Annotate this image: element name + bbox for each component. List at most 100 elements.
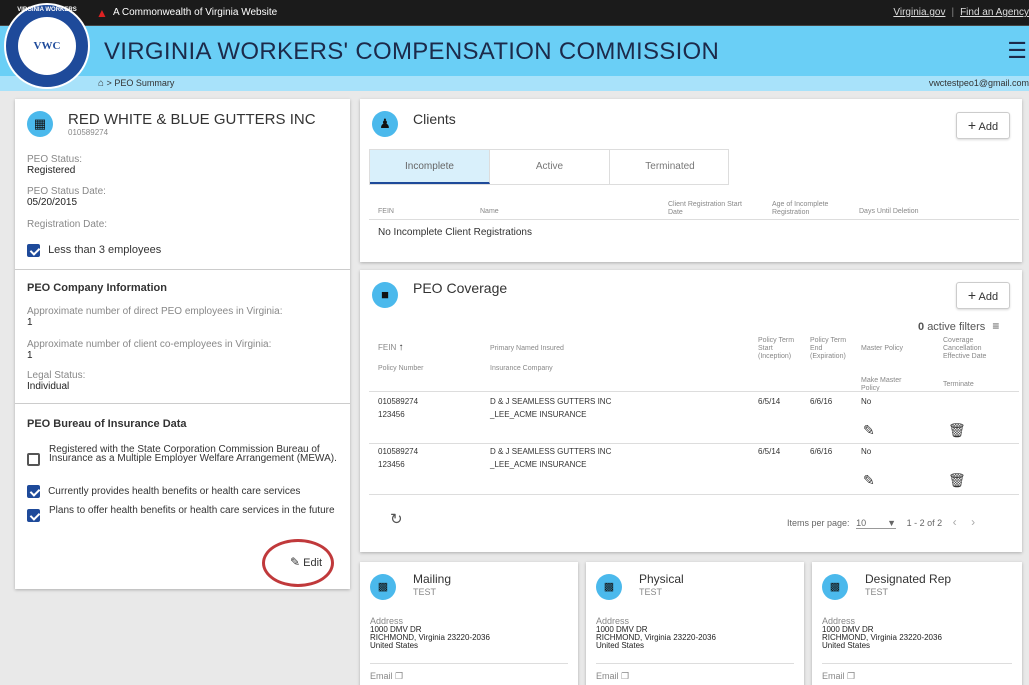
- active-filters[interactable]: 0 active filters ≡: [918, 319, 999, 333]
- copy-icon: ❐: [847, 671, 856, 681]
- row-policy: 123456: [378, 460, 405, 469]
- user-email[interactable]: vwctestpeo1@gmail.com: [929, 78, 1029, 88]
- direct-employees-value: 1: [27, 317, 33, 328]
- col-term-start[interactable]: Policy Term Start (Inception): [758, 337, 798, 361]
- address-sub: TEST: [639, 587, 663, 597]
- divider: [369, 391, 1019, 392]
- email-label: Email ❐: [596, 671, 630, 681]
- divider: [15, 403, 350, 404]
- next-page-icon[interactable]: ›: [971, 515, 975, 529]
- designated-rep-card: ▩ Designated Rep TEST Address 1000 DMV D…: [812, 562, 1022, 685]
- col-term-end[interactable]: Policy Term End (Expiration): [810, 337, 850, 361]
- col-days-deletion[interactable]: Days Until Deletion: [859, 208, 919, 216]
- peo-status-label: PEO Status:: [27, 154, 83, 165]
- find-agency-link[interactable]: Find an Agency: [960, 7, 1029, 18]
- breadcrumb-bar: ⌂ > PEO Summary vwctestpeo1@gmail.com: [0, 76, 1029, 91]
- add-coverage-button[interactable]: + Add: [956, 282, 1010, 309]
- row-company: _LEE_ACME INSURANCE: [490, 460, 587, 469]
- row-end: 6/6/16: [810, 447, 833, 456]
- clients-title: Clients: [413, 111, 456, 127]
- registration-date-label: Registration Date:: [27, 219, 108, 230]
- col-fein[interactable]: FEIN: [378, 208, 394, 216]
- less-than-3-row: Less than 3 employees: [27, 244, 161, 257]
- col-master-policy[interactable]: Master Policy: [861, 345, 903, 353]
- tab-incomplete[interactable]: Incomplete: [370, 150, 490, 184]
- plus-icon: +: [967, 117, 977, 133]
- divider: [596, 663, 794, 664]
- top-bar: ▲ A Commonwealth of Virginia Website Vir…: [0, 0, 1029, 26]
- pencil-icon[interactable]: ✎: [863, 472, 875, 489]
- tab-active[interactable]: Active: [490, 150, 610, 184]
- col-insurance-company[interactable]: Insurance Company: [490, 365, 553, 373]
- folder-icon: ■: [372, 282, 398, 308]
- peo-status-date-label: PEO Status Date:: [27, 186, 106, 197]
- tab-terminated[interactable]: Terminated: [610, 150, 730, 184]
- row-insured: D & J SEAMLESS GUTTERS INC: [490, 447, 612, 456]
- virginia-gov-link[interactable]: Virginia.gov: [893, 7, 945, 18]
- sort-up-arrow-icon: ↑: [398, 342, 404, 353]
- divider: [369, 494, 1019, 495]
- row-master: No: [861, 397, 872, 406]
- items-per-page-select[interactable]: 10 ▼: [856, 518, 897, 529]
- legal-status-label: Legal Status:: [27, 370, 86, 381]
- refresh-icon[interactable]: ↻: [390, 510, 403, 528]
- top-links: Virginia.gov | Find an Agency: [893, 7, 1029, 18]
- site-notice: A Commonwealth of Virginia Website: [113, 7, 278, 18]
- row-policy: 123456: [378, 410, 405, 419]
- filter-icon[interactable]: ≡: [992, 319, 999, 333]
- col-cancellation[interactable]: Coverage Cancellation Effective Date: [943, 337, 1003, 361]
- col-name[interactable]: Name: [480, 208, 499, 216]
- prev-page-icon[interactable]: ‹: [953, 515, 957, 529]
- col-terminate[interactable]: Terminate: [943, 381, 974, 389]
- id-card-icon: ▩: [822, 574, 848, 600]
- id-card-icon: ▩: [370, 574, 396, 600]
- mewa-label: Registered with the State Corporation Co…: [49, 444, 337, 464]
- address-sub: TEST: [413, 587, 437, 597]
- pencil-icon[interactable]: ✎: [863, 422, 875, 439]
- address-line3: United States: [822, 641, 871, 650]
- physical-address-card: ▩ Physical TEST Address 1000 DMV DR RICH…: [586, 562, 804, 685]
- less-than-3-checkbox[interactable]: [27, 244, 40, 257]
- col-age[interactable]: Age of Incomplete Registration: [772, 201, 842, 217]
- row-end: 6/6/16: [810, 397, 833, 406]
- peo-info-title: PEO Company Information: [27, 282, 167, 294]
- row-fein: 010589274: [378, 447, 419, 456]
- company-id: 010589274: [68, 128, 109, 137]
- divider: [369, 219, 1019, 220]
- bureau-item-mewa: Registered with the State Corporation Co…: [27, 444, 345, 466]
- email-label: Email ❐: [822, 671, 856, 681]
- bureau-title: PEO Bureau of Insurance Data: [27, 418, 187, 430]
- current-benefits-checkbox[interactable]: [27, 485, 40, 498]
- company-name: RED WHITE & BLUE GUTTERS INC: [68, 111, 316, 128]
- plans-benefits-checkbox[interactable]: [27, 509, 40, 522]
- paginator: Items per page: 10 ▼ 1 - 2 of 2 ‹ ›: [787, 515, 975, 529]
- add-client-button[interactable]: + Add: [956, 112, 1010, 139]
- peo-coverage-card: ■ PEO Coverage + Add 0 active filters ≡ …: [360, 270, 1022, 552]
- trash-icon[interactable]: 🗑: [948, 422, 966, 439]
- home-icon[interactable]: ⌂: [98, 78, 104, 89]
- mailing-address-card: ▩ Mailing TEST Address 1000 DMV DR RICHM…: [360, 562, 578, 685]
- row-insured: D & J SEAMLESS GUTTERS INC: [490, 397, 612, 406]
- peo-status-date-value: 05/20/2015: [27, 197, 78, 208]
- company-dashboard-icon: ▦: [27, 111, 53, 137]
- people-icon: ♟: [372, 111, 398, 137]
- client-employees-label: Approximate number of client co-employee…: [27, 339, 272, 350]
- col-primary-insured[interactable]: Primary Named Insured: [490, 345, 564, 353]
- clients-card: ♟ Clients + Add Incomplete Active Termin…: [360, 99, 1022, 262]
- vwc-seal-logo[interactable]: VIRGINIA WORKERS VWC: [4, 3, 90, 89]
- plus-icon: +: [967, 287, 977, 303]
- col-start-date[interactable]: Client Registration Start Date: [668, 201, 756, 217]
- trash-icon[interactable]: 🗑: [948, 472, 966, 489]
- company-summary-card: ▦ RED WHITE & BLUE GUTTERS INC 010589274…: [15, 99, 350, 589]
- bureau-item-current: Currently provides health benefits or he…: [27, 485, 300, 498]
- virginia-flag-icon: ▲: [96, 6, 108, 20]
- mewa-checkbox[interactable]: [27, 453, 40, 466]
- items-per-page-label: Items per page:: [787, 518, 850, 528]
- site-title: VIRGINIA WORKERS' COMPENSATION COMMISSIO…: [104, 38, 720, 65]
- bureau-item-plans: Plans to offer health benefits or health…: [27, 506, 345, 522]
- col-policy-number[interactable]: Policy Number: [378, 365, 424, 373]
- col-fein[interactable]: FEIN ↑: [378, 342, 404, 353]
- copy-icon: ❐: [395, 671, 404, 681]
- hamburger-menu-icon[interactable]: ☰: [1007, 38, 1027, 64]
- less-than-3-label: Less than 3 employees: [48, 244, 162, 257]
